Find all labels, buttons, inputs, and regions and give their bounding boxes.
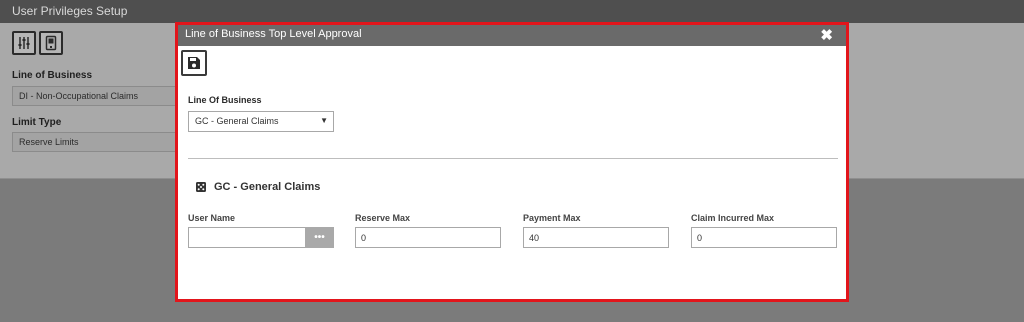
sliders-button[interactable] <box>12 31 36 55</box>
lob-field-bg[interactable]: DI - Non-Occupational Claims <box>12 86 182 106</box>
mobile-device-icon <box>45 35 57 51</box>
section-title: GC - General Claims <box>214 181 321 193</box>
user-name-input[interactable] <box>188 227 306 248</box>
close-icon[interactable]: ✖ <box>820 26 833 44</box>
chevron-down-icon: ▼ <box>320 116 328 125</box>
claim-incurred-max-label: Claim Incurred Max <box>691 213 775 223</box>
reserve-max-input[interactable]: 0 <box>355 227 501 248</box>
limit-type-field[interactable]: Reserve Limits <box>12 132 182 152</box>
user-lookup-button[interactable]: ••• <box>305 227 334 248</box>
dice-icon <box>196 182 206 192</box>
modal-title: Line of Business Top Level Approval <box>185 28 362 40</box>
user-name-label: User Name <box>188 213 236 223</box>
claim-incurred-max-input[interactable]: 0 <box>691 227 837 248</box>
device-button[interactable] <box>39 31 63 55</box>
page-header: User Privileges Setup <box>0 0 1024 23</box>
payment-max-label: Payment Max <box>523 213 581 223</box>
save-button[interactable] <box>181 50 207 76</box>
reserve-max-label: Reserve Max <box>355 213 411 223</box>
page-title: User Privileges Setup <box>12 4 128 18</box>
lob-label-bg: Line of Business <box>12 70 93 81</box>
line-of-business-label: Line Of Business <box>188 95 262 105</box>
line-of-business-select[interactable]: GC - General Claims ▼ <box>188 111 334 132</box>
modal-header: Line of Business Top Level Approval ✖ <box>178 25 846 46</box>
divider <box>188 158 838 159</box>
save-icon <box>188 57 200 69</box>
approval-modal: Line of Business Top Level Approval ✖ Li… <box>175 22 849 302</box>
limit-type-label: Limit Type <box>12 117 62 128</box>
sliders-icon <box>18 37 30 49</box>
payment-max-input[interactable]: 40 <box>523 227 669 248</box>
line-of-business-value: GC - General Claims <box>195 116 279 126</box>
